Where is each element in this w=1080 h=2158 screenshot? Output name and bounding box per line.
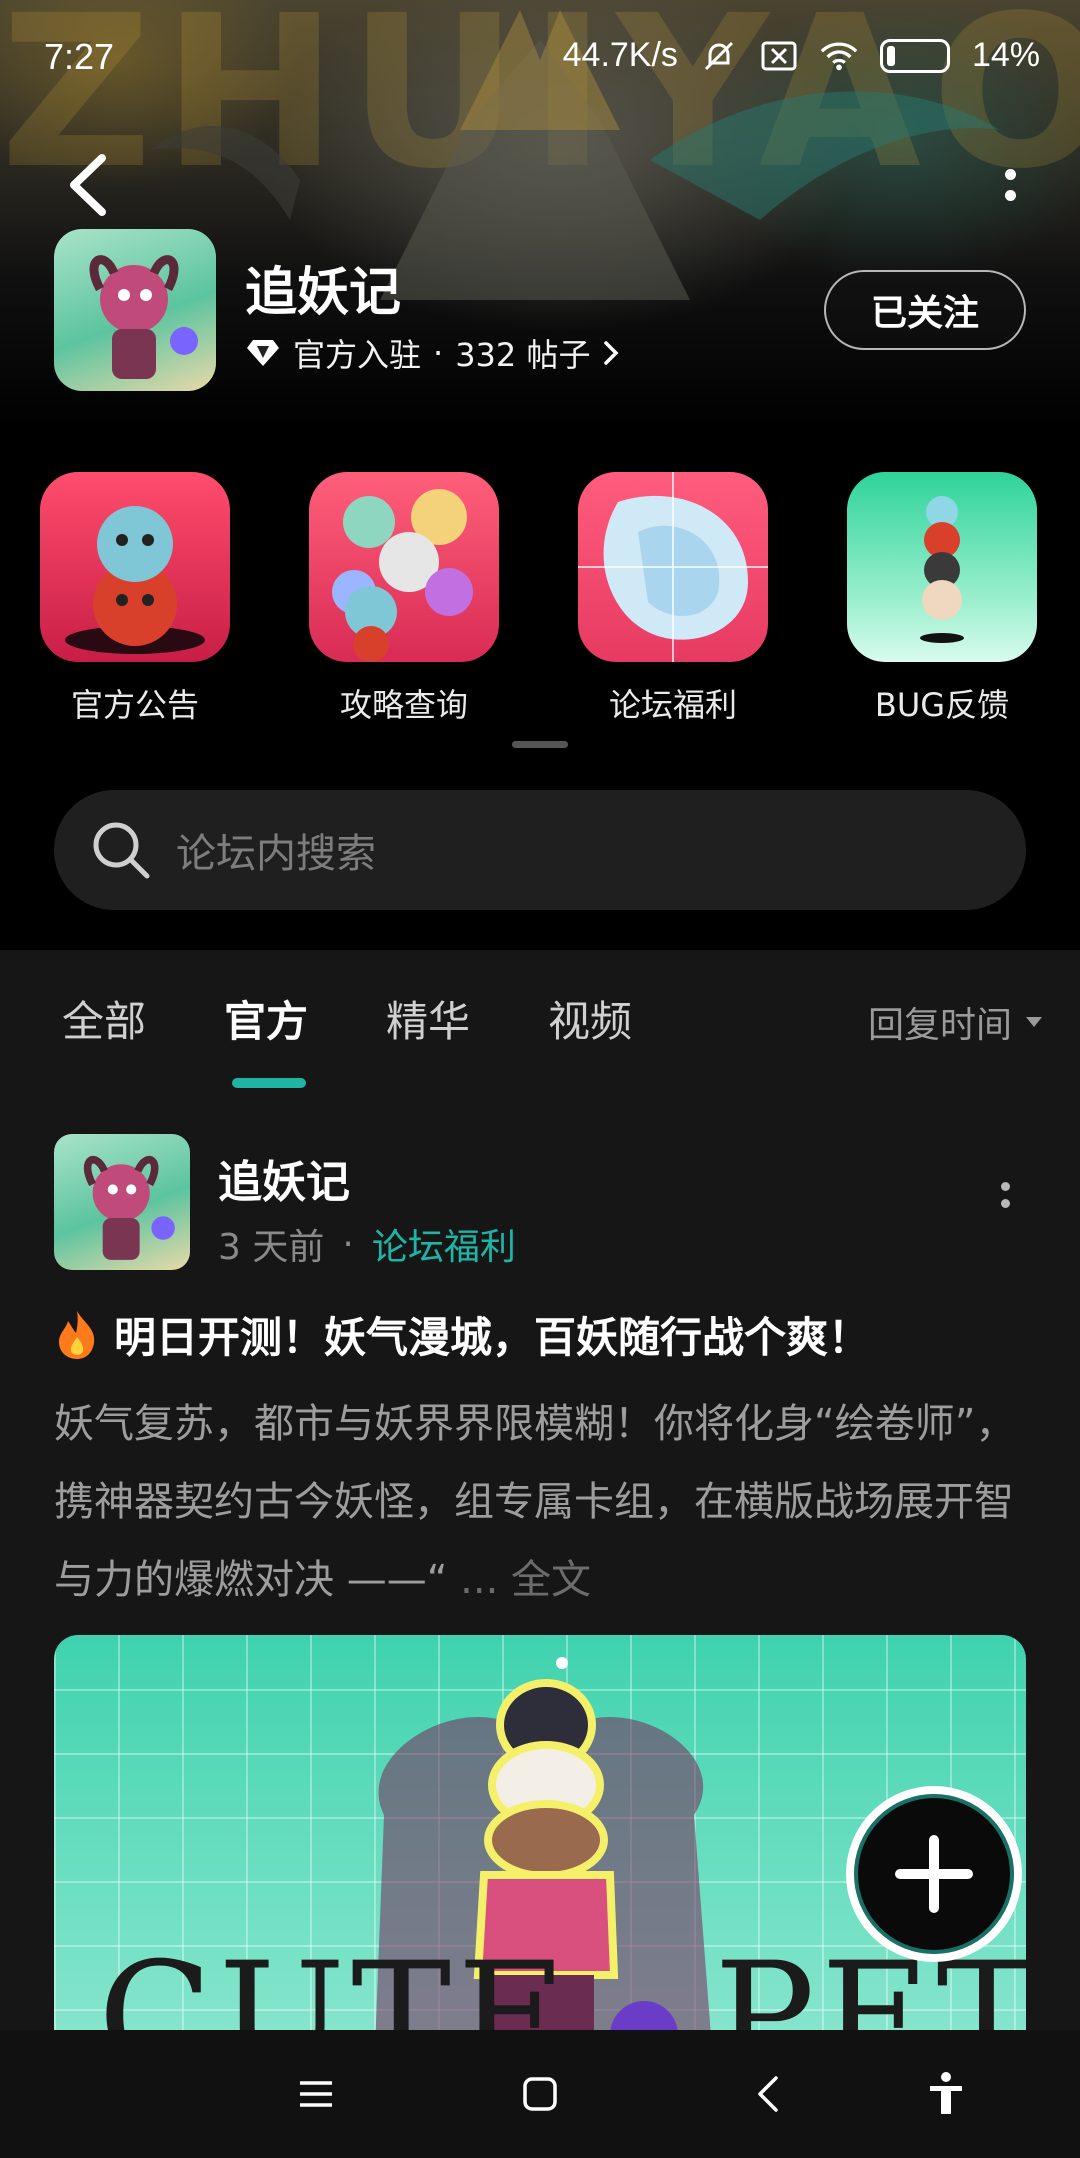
network-speed: 44.7K/s	[562, 36, 678, 74]
meta-separator: ·	[433, 334, 444, 372]
welfare-image	[578, 472, 768, 662]
quick-entry-announcement[interactable]: 官方公告	[40, 472, 230, 726]
post-meta-separator: ·	[342, 1223, 354, 1265]
quick-entries: 官方公告 攻略查询 论坛福利 BUG反馈	[0, 472, 1080, 732]
fire-icon	[59, 1310, 95, 1359]
post-avatar-art	[83, 1156, 175, 1260]
active-tab-indicator	[232, 1078, 306, 1088]
create-post-button[interactable]	[846, 1786, 1022, 1962]
quick-entry-bug-feedback[interactable]: BUG反馈	[847, 472, 1037, 726]
status-bar: 7:27 44.7K/s 14%	[0, 0, 1080, 115]
game-avatar[interactable]	[54, 229, 216, 391]
sort-label: 回复时间	[867, 1005, 1012, 1046]
quick-entry-label: 论坛福利	[608, 686, 737, 724]
post-title-text: 明日开测！妖气漫城，百妖随行战个爽！	[114, 1313, 871, 1362]
tab-official[interactable]: 官方	[224, 988, 308, 1049]
search-icon	[93, 822, 150, 879]
post-count: 332 帖子	[455, 336, 591, 374]
post-body[interactable]: 妖气复苏，都市与妖界界限模糊！你将化身“绘卷师”，携神器契约古今妖怪，组专属卡组…	[54, 1385, 1034, 1619]
post-title[interactable]: 明日开测！妖气漫城，百妖随行战个爽！	[54, 1304, 1034, 1365]
battery-icon	[879, 38, 950, 73]
tab-all[interactable]: 全部	[62, 988, 146, 1049]
bug-feedback-image	[847, 472, 1037, 662]
quick-entry-label: BUG反馈	[874, 686, 1010, 724]
back-button[interactable]	[60, 150, 120, 220]
dot	[1001, 1182, 1010, 1191]
system-nav-bar	[0, 2030, 1080, 2158]
quick-entry-label: 攻略查询	[339, 686, 468, 724]
post-meta: 3 天前 · 论坛福利	[218, 1218, 516, 1270]
menu-icon	[300, 2081, 332, 2107]
forum-search-input[interactable]: 论坛内搜索	[54, 790, 1026, 910]
battery-level: 14%	[971, 36, 1040, 74]
menu-button[interactable]	[286, 2064, 346, 2124]
official-label: 官方入驻	[293, 336, 422, 374]
post-author-name[interactable]: 追妖记	[218, 1146, 350, 1210]
announcement-image	[40, 472, 230, 662]
game-meta[interactable]: 官方入驻 · 332 帖子	[245, 330, 620, 376]
no-sim-icon	[760, 37, 798, 75]
page-indicator	[512, 741, 568, 748]
read-more-link[interactable]: ... 全文	[460, 1557, 591, 1603]
quick-entry-label: 官方公告	[70, 686, 199, 724]
status-time: 7:27	[44, 36, 115, 77]
diamond-icon	[247, 340, 279, 366]
feed-tabs: 全部 官方 精华 视频 回复时间	[0, 988, 1080, 1088]
accessibility-icon	[930, 2072, 962, 2114]
game-title: 追妖记	[245, 263, 402, 323]
chevron-left-icon	[70, 154, 106, 216]
home-square-icon	[523, 2077, 557, 2111]
search-placeholder: 论坛内搜索	[176, 831, 376, 877]
home-button[interactable]	[510, 2064, 570, 2124]
post-author-avatar[interactable]	[54, 1134, 190, 1270]
dot	[1001, 1199, 1010, 1208]
guide-image	[309, 472, 499, 662]
caret-down-icon	[1026, 1017, 1042, 1027]
game-avatar-art	[89, 255, 198, 379]
more-options-button[interactable]	[980, 150, 1040, 220]
accessibility-button[interactable]	[916, 2064, 976, 2124]
nav-back-icon	[758, 2076, 778, 2112]
post-category-link[interactable]: 论坛福利	[372, 1218, 516, 1270]
tab-featured[interactable]: 精华	[386, 988, 470, 1049]
wifi-icon	[820, 37, 858, 75]
mute-icon	[700, 37, 738, 75]
post-time: 3 天前	[218, 1227, 325, 1268]
sort-dropdown[interactable]: 回复时间	[868, 996, 1044, 1048]
nav-back-button[interactable]	[738, 2064, 798, 2124]
status-icons: 44.7K/s 14%	[563, 36, 1040, 75]
quick-entry-guide[interactable]: 攻略查询	[309, 472, 499, 726]
post-more-button[interactable]	[1001, 1182, 1010, 1208]
plus-icon	[895, 1835, 973, 1913]
image-text-cute: CUTE	[98, 1931, 573, 2030]
follow-button[interactable]: 已关注	[824, 270, 1026, 350]
dot	[1004, 190, 1016, 201]
dot	[1004, 169, 1016, 180]
quick-entry-welfare[interactable]: 论坛福利	[578, 472, 768, 726]
chevron-right-icon	[604, 341, 619, 365]
tab-video[interactable]: 视频	[548, 988, 632, 1049]
